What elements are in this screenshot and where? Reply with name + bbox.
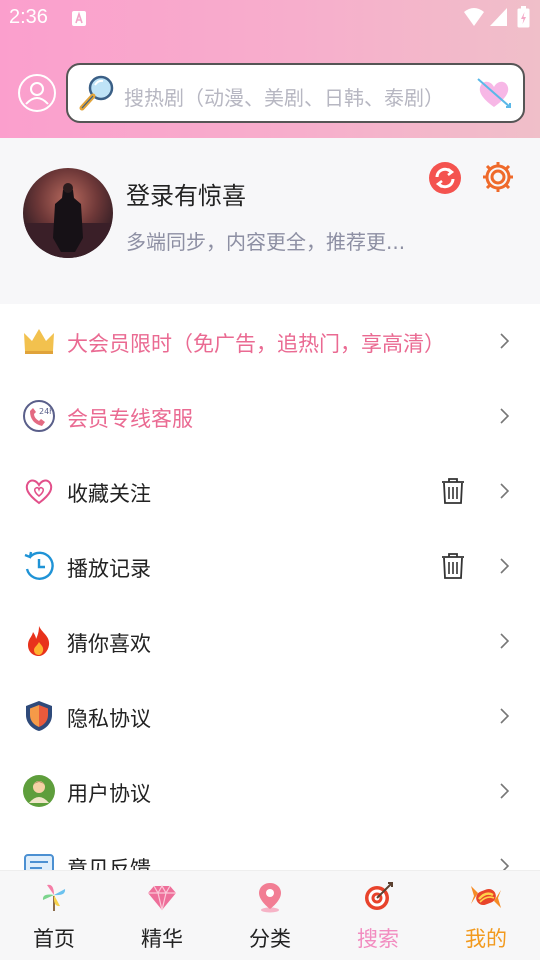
chevron-right-icon [500, 333, 510, 349]
menu-label-feedback: 意见反馈 [67, 857, 151, 870]
tab-label-featured: 精华 [141, 927, 183, 951]
menu-item-recommend[interactable]: 猜你喜欢 [0, 604, 540, 679]
menu-item-favorites[interactable]: 收藏关注 [0, 454, 540, 529]
menu-label-recommend: 猜你喜欢 [67, 632, 151, 656]
menu-label-user-agreement: 用户协议 [67, 782, 151, 806]
menu-item-privacy[interactable]: 隐私协议 [0, 679, 540, 754]
tab-label-home: 首页 [33, 927, 75, 951]
menu-label-history: 播放记录 [67, 557, 151, 581]
chevron-right-icon [500, 783, 510, 799]
candy-icon [471, 886, 501, 908]
chevron-right-icon [500, 408, 510, 424]
profile-subtitle: 多端同步，内容更全，推荐更... [126, 230, 406, 254]
trash-icon[interactable] [440, 477, 466, 505]
chevron-right-icon [500, 633, 510, 649]
flame-icon [28, 626, 50, 656]
tab-category[interactable]: 分类 [216, 871, 324, 960]
refresh-icon[interactable] [428, 161, 462, 195]
user-agreement-icon [23, 775, 55, 807]
tab-label-search: 搜索 [357, 927, 399, 951]
chevron-right-icon [500, 558, 510, 574]
battery-icon [517, 6, 530, 28]
target-icon [365, 882, 393, 910]
bottom-tab-bar: 首页 精华 分类 搜索 我的 [0, 870, 540, 960]
header: 2:36 搜热剧（动漫、美剧、日韩、泰剧） [0, 0, 540, 138]
shield-icon [26, 701, 52, 731]
diamond-icon [148, 884, 176, 911]
menu-item-vip[interactable]: 大会员限时（免广告，追热门，享高清） [0, 304, 540, 379]
tab-home[interactable]: 首页 [0, 871, 108, 960]
heart-outline-icon [25, 479, 53, 505]
status-time: 2:36 [9, 6, 48, 28]
gear-icon[interactable] [481, 160, 515, 194]
menu-label-favorites: 收藏关注 [67, 482, 151, 506]
menu-label-vip: 大会员限时（免广告，追热门，享高清） [67, 332, 445, 356]
chevron-right-icon [500, 708, 510, 724]
search-placeholder: 搜热剧（动漫、美剧、日韩、泰剧） [124, 86, 444, 110]
wifi-icon [464, 8, 484, 26]
svg-text:24h: 24h [39, 407, 54, 416]
signal-icon [490, 8, 507, 26]
location-pin-icon [259, 883, 281, 913]
heart-arrow-icon[interactable] [474, 73, 514, 113]
tab-featured[interactable]: 精华 [108, 871, 216, 960]
search-icon [79, 75, 114, 111]
tab-search[interactable]: 搜索 [324, 871, 432, 960]
avatar-figure-icon [23, 183, 113, 258]
menu-label-privacy: 隐私协议 [67, 707, 151, 731]
profile-card[interactable]: 登录有惊喜 多端同步，内容更全，推荐更... [0, 138, 540, 304]
menu-item-customer-service[interactable]: 24h 会员专线客服 [0, 379, 540, 454]
profile-avatar[interactable] [23, 168, 113, 258]
pinwheel-icon [42, 884, 66, 911]
phone-24h-icon: 24h [23, 400, 55, 432]
status-bar: 2:36 [0, 0, 540, 36]
chevron-right-icon [500, 483, 510, 499]
menu-item-history[interactable]: 播放记录 [0, 529, 540, 604]
feedback-icon [24, 854, 54, 870]
tab-mine[interactable]: 我的 [432, 871, 540, 960]
menu-item-feedback[interactable]: 意见反馈 [0, 829, 540, 870]
user-avatar-icon[interactable] [17, 73, 57, 113]
menu-label-customer-service: 会员专线客服 [67, 407, 193, 431]
trash-icon[interactable] [440, 552, 466, 580]
tab-label-mine: 我的 [465, 927, 507, 951]
notification-app-icon [72, 11, 86, 26]
tab-label-category: 分类 [249, 927, 291, 951]
history-icon [24, 551, 54, 580]
search-bar[interactable]: 搜热剧（动漫、美剧、日韩、泰剧） [66, 63, 525, 123]
chevron-right-icon [500, 858, 510, 870]
menu-item-user-agreement[interactable]: 用户协议 [0, 754, 540, 829]
crown-icon [24, 329, 54, 354]
profile-title[interactable]: 登录有惊喜 [126, 176, 246, 211]
menu-list: 大会员限时（免广告，追热门，享高清） 24h 会员专线客服 收藏关注 播放记录 … [0, 304, 540, 870]
